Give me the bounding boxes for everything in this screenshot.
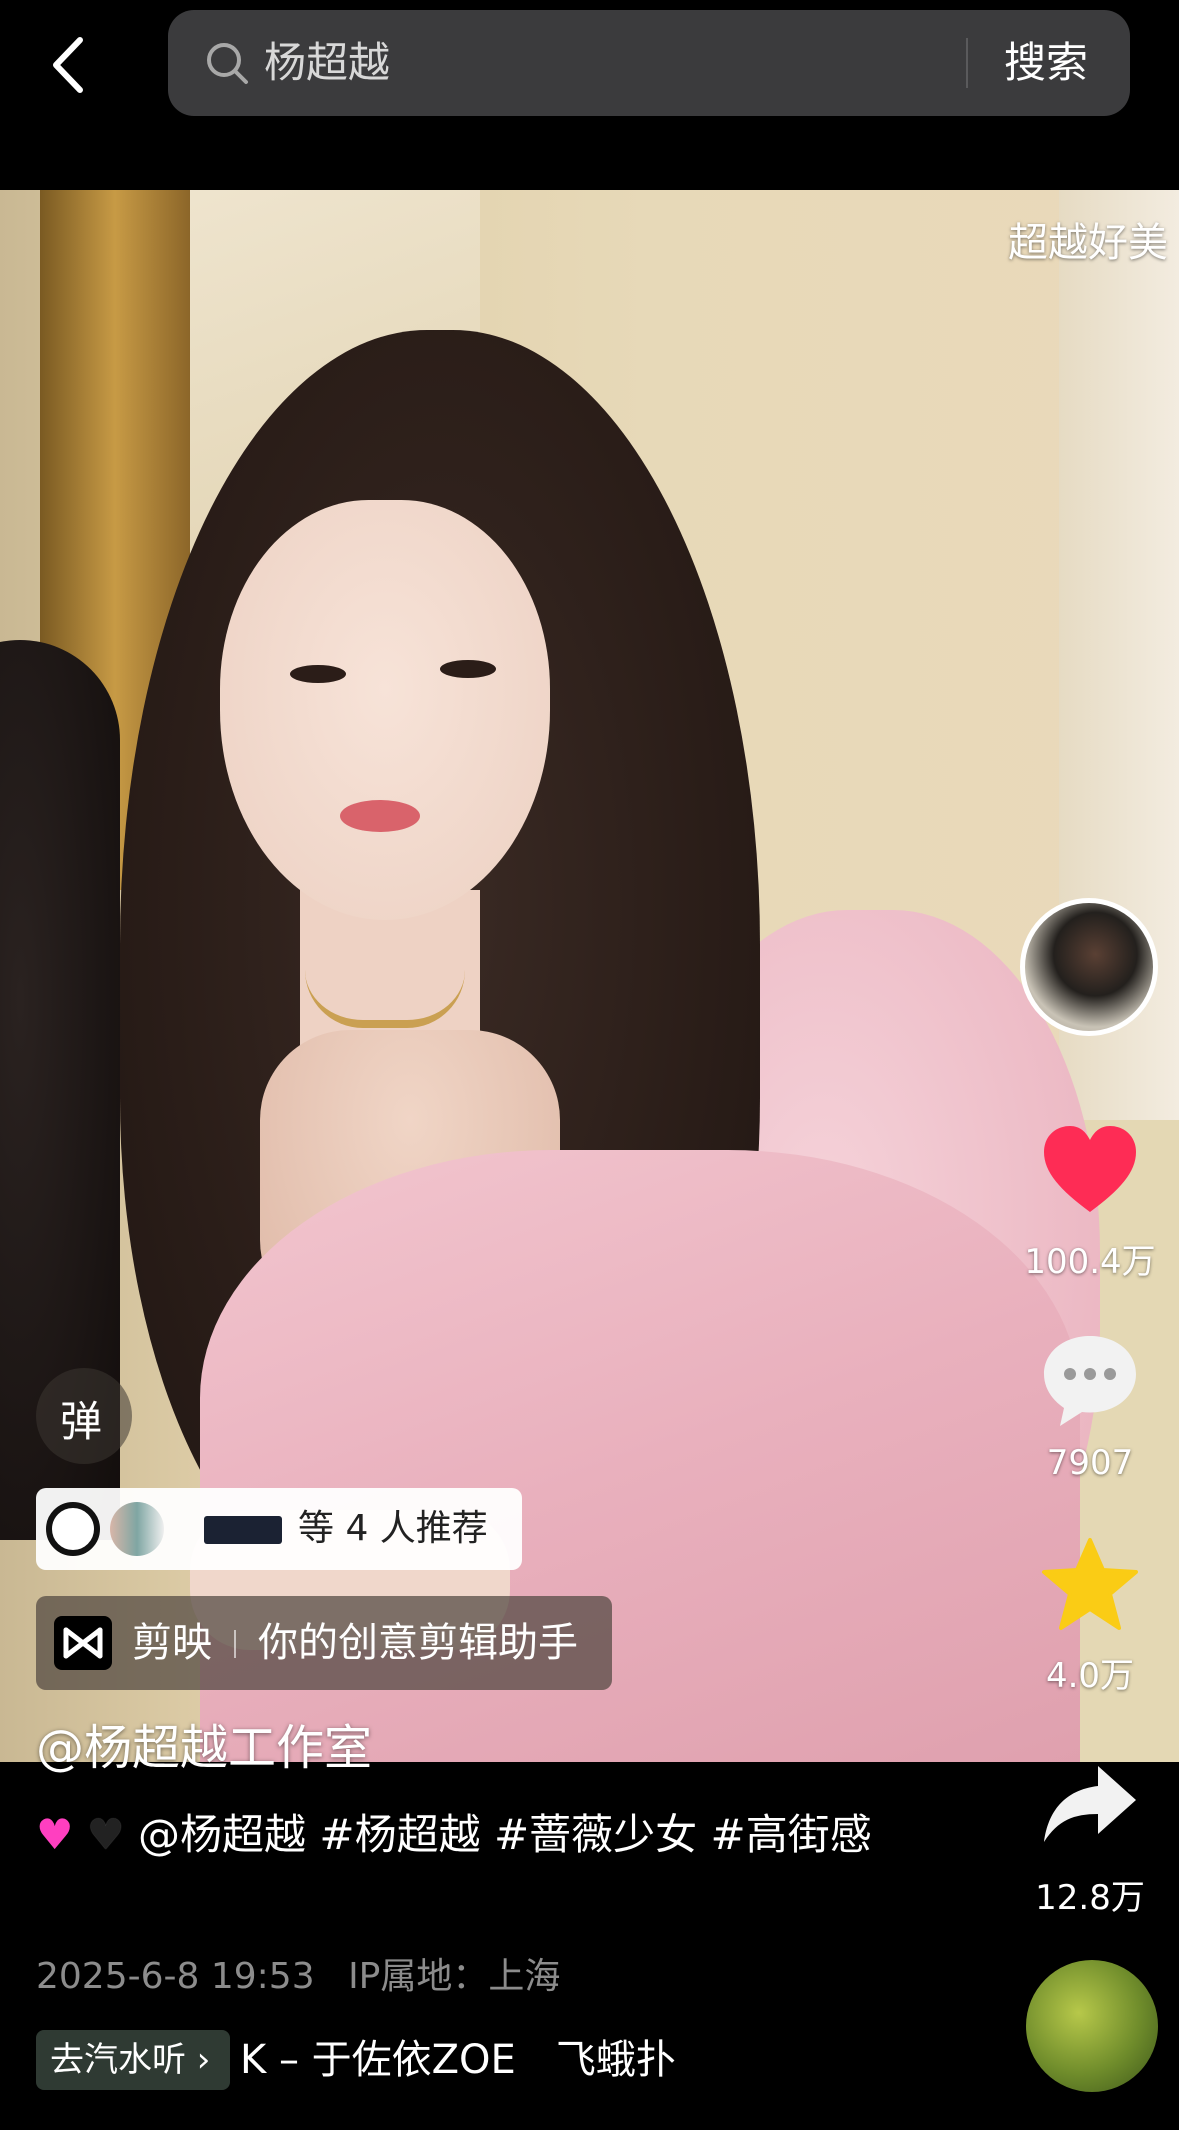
search-query: 杨超越 (264, 38, 391, 87)
redacted-name (204, 1516, 282, 1544)
post-meta: 2025-6-8 19:53 IP属地：上海 (36, 1952, 560, 2002)
music-chip-text: 去汽水听 (50, 2040, 186, 2080)
danmaku-comment: 超越好美 (1008, 220, 1168, 266)
video-caption: ♥ ♥ @杨超越 #杨超越 #蔷薇少女 #高街感 (36, 1806, 916, 1864)
video-subject-lips (340, 800, 420, 832)
ip-location: IP属地：上海 (348, 1956, 561, 1997)
music-title-ticker[interactable]: K – 于佐依ZOE 飞蛾扑 (240, 2030, 676, 2090)
caption-mention[interactable]: @杨超越 (138, 1810, 306, 1859)
star-icon[interactable] (1040, 1536, 1140, 1632)
danmaku-toggle-label: 弹 (60, 1397, 103, 1446)
video-subject-eye (440, 660, 496, 678)
capcut-template-chip[interactable]: 剪映 你的创意剪辑助手 (36, 1596, 612, 1690)
recommend-text: 等 4 人推荐 (298, 1508, 488, 1549)
chevron-left-icon (53, 37, 83, 93)
recommend-chip[interactable]: 等 4 人推荐 (36, 1488, 522, 1570)
capcut-app-name: 剪映 (132, 1620, 212, 1666)
top-bar: 杨超越 搜索 (0, 0, 1179, 190)
pink-heart-icon: ♥ (36, 1810, 74, 1859)
avatar (110, 1502, 164, 1556)
danmaku-toggle-button[interactable]: 弹 (36, 1368, 132, 1464)
hashtag-link[interactable]: #高街感 (711, 1810, 872, 1859)
video-subject-face (220, 500, 550, 920)
open-qishui-music-button[interactable]: 去汽水听 › (36, 2030, 230, 2090)
divider (234, 1630, 236, 1658)
avatar (46, 1502, 100, 1556)
music-disc-icon[interactable] (1026, 1960, 1158, 2092)
black-heart-icon: ♥ (87, 1810, 125, 1859)
like-count: 100.4万 (1024, 1242, 1156, 1282)
capcut-logo-icon (54, 1616, 112, 1670)
comment-count: 7907 (1046, 1443, 1134, 1483)
search-input[interactable]: 杨超越 搜索 (168, 10, 1130, 116)
author-name[interactable]: @杨超越工作室 (36, 1716, 372, 1780)
share-count: 12.8万 (1035, 1878, 1145, 1918)
hashtag-link[interactable]: #杨超越 (319, 1810, 480, 1859)
music-chip-label: 去汽水听 › (50, 2040, 211, 2080)
share-icon[interactable] (1040, 1760, 1140, 1850)
back-button[interactable] (40, 30, 100, 100)
post-date: 2025-6-8 19:53 (36, 1956, 315, 1997)
comment-icon[interactable] (1040, 1330, 1140, 1430)
favorite-count: 4.0万 (1045, 1656, 1135, 1696)
hashtag-link[interactable]: #蔷薇少女 (494, 1810, 697, 1859)
heart-icon[interactable] (1040, 1122, 1140, 1218)
capcut-slogan: 你的创意剪辑助手 (258, 1620, 578, 1666)
video-subject-eye (290, 665, 346, 683)
creator-avatar[interactable] (1020, 898, 1158, 1036)
search-button[interactable]: 搜索 (1004, 36, 1088, 90)
search-icon (207, 43, 248, 84)
search-divider (966, 38, 968, 88)
